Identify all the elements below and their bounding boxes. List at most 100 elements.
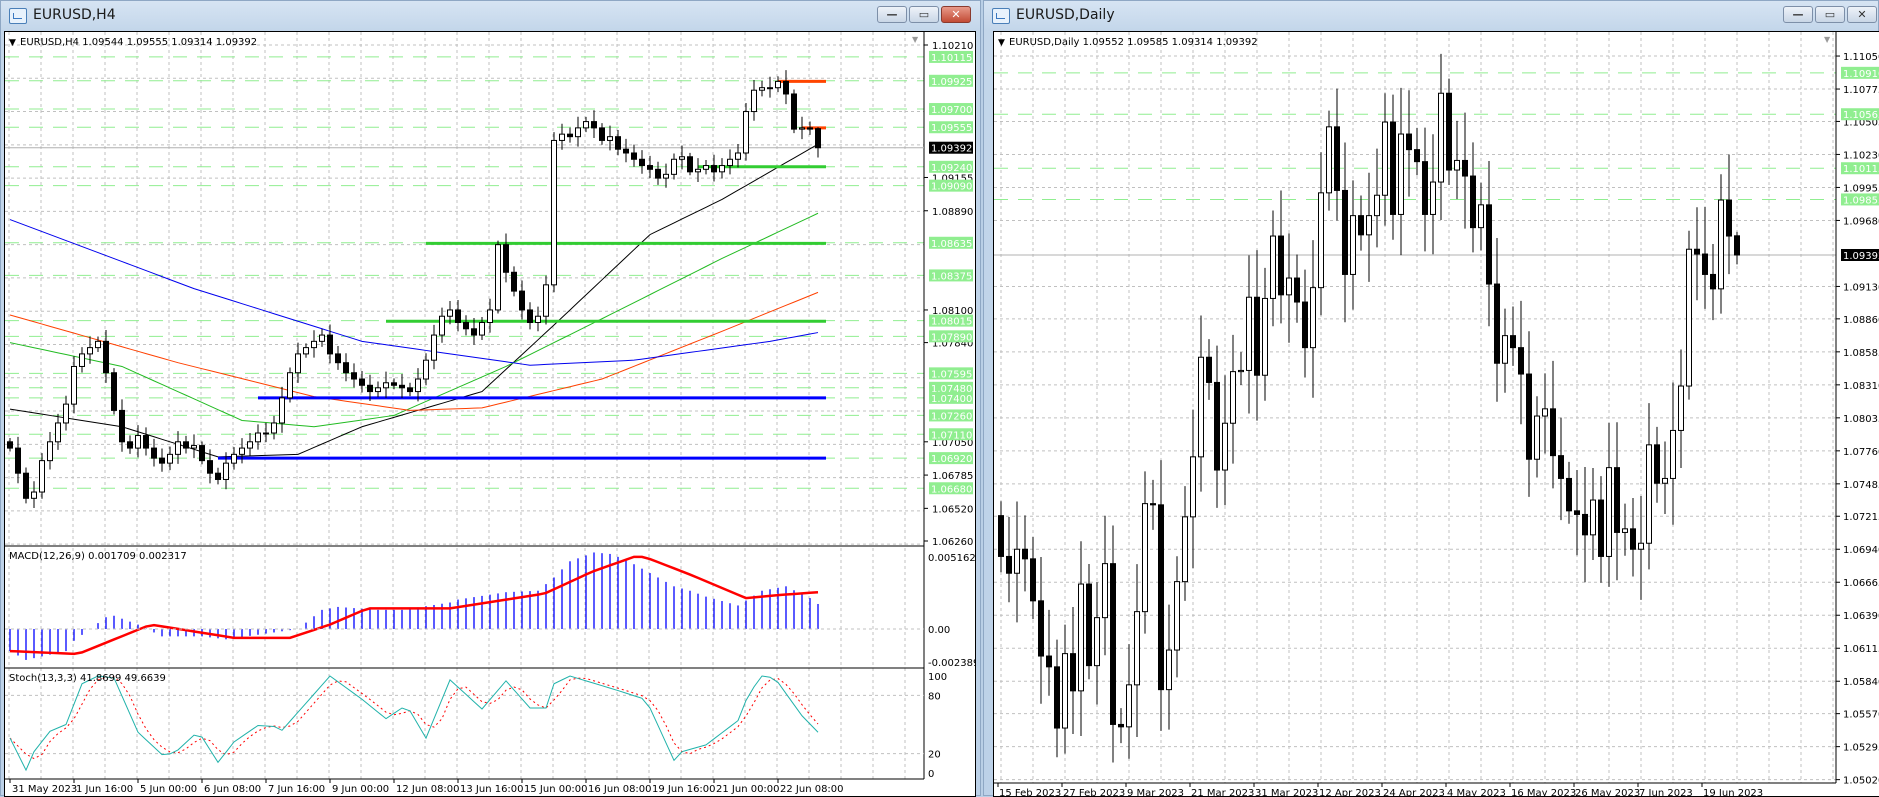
candle-bullish xyxy=(1375,195,1380,215)
chart-header: EURUSD,H4 1.09544 1.09555 1.09314 1.0939… xyxy=(20,37,257,48)
close-button[interactable]: ✕ xyxy=(1847,6,1877,23)
maximize-button[interactable]: ▭ xyxy=(1815,6,1845,23)
chart-menu-arrow-icon: ▼ xyxy=(998,38,1005,48)
price-axis-label: 1.06520 xyxy=(932,504,973,515)
candle-bearish xyxy=(1151,504,1156,505)
candle-bearish xyxy=(208,461,213,474)
candle-bullish xyxy=(1671,430,1676,478)
current-price-label: 1.09392 xyxy=(931,144,972,155)
maximize-button[interactable]: ▭ xyxy=(909,6,939,23)
price-axis-label: 1.06940 xyxy=(1843,545,1879,556)
price-axis-label: 1.05020 xyxy=(1843,776,1879,787)
candle-bullish xyxy=(192,446,197,449)
candle-bullish xyxy=(736,153,741,159)
price-axis-label: 1.08890 xyxy=(932,207,973,218)
candle-bearish xyxy=(1039,601,1044,656)
candle-bearish xyxy=(1335,127,1340,191)
candle-bullish xyxy=(552,140,557,284)
candle-bearish xyxy=(152,448,157,458)
candle-bearish xyxy=(592,122,597,128)
candle-bearish xyxy=(1615,468,1620,533)
level-price-label: 1.10115 xyxy=(931,53,972,64)
level-price-label: 1.09855 xyxy=(1843,195,1879,206)
candle-bullish xyxy=(1239,370,1244,371)
candle-bullish xyxy=(320,335,325,341)
level-price-label: 1.08375 xyxy=(931,271,972,282)
daily-window-titlebar[interactable]: EURUSD,Daily — ▭ ✕ xyxy=(984,1,1878,31)
chart-menu-arrow-icon: ▼ xyxy=(9,38,16,48)
candle-bearish xyxy=(408,388,413,392)
time-axis-label: 7 Jun 16:00 xyxy=(268,784,325,795)
candle-bullish xyxy=(384,383,389,388)
candle-bullish xyxy=(312,341,317,347)
minimize-button[interactable]: — xyxy=(1783,6,1813,23)
candle-bullish xyxy=(304,348,309,354)
candle-bullish xyxy=(776,81,781,87)
candle-bearish xyxy=(8,442,13,448)
macd-axis-label: 0.00 xyxy=(928,625,950,636)
candle-bullish xyxy=(720,166,725,172)
candle-bullish xyxy=(168,454,173,463)
candle-bullish xyxy=(1647,445,1652,543)
candle-bearish xyxy=(1423,162,1428,215)
candle-bullish xyxy=(1679,386,1684,430)
maximize-icon: ▭ xyxy=(1816,7,1844,22)
candle-bullish xyxy=(1167,650,1172,690)
candle-bullish xyxy=(760,88,765,91)
h4-chart-svg[interactable]: ▼ EURUSD,H4 1.09544 1.09555 1.09314 1.093… xyxy=(5,32,976,797)
candle-bearish xyxy=(1343,190,1348,274)
candle-bearish xyxy=(1695,249,1700,254)
candle-bearish xyxy=(1527,374,1532,459)
candle-bullish xyxy=(672,159,677,174)
candle-bullish xyxy=(136,436,141,449)
minimize-icon: — xyxy=(878,7,906,22)
candle-bearish xyxy=(640,159,645,165)
close-button[interactable]: ✕ xyxy=(941,6,971,23)
candle-bullish xyxy=(1503,336,1508,364)
candle-bullish xyxy=(288,373,293,398)
candle-bearish xyxy=(1071,654,1076,691)
candle-bearish xyxy=(1295,278,1300,302)
candle-bearish xyxy=(1255,297,1260,375)
level-price-label: 1.09700 xyxy=(931,105,972,116)
candle-bullish xyxy=(432,335,437,360)
h4-window-titlebar[interactable]: EURUSD,H4 — ▭ ✕ xyxy=(1,1,980,31)
macd-axis-label: -0.002389 xyxy=(928,658,976,669)
h4-chart-area[interactable]: ▼ EURUSD,H4 1.09544 1.09555 1.09314 1.093… xyxy=(4,31,976,797)
time-axis-label: 19 Jun 16:00 xyxy=(652,784,716,795)
candle-bearish xyxy=(656,169,661,178)
candle-bullish xyxy=(560,134,565,140)
candle-bullish xyxy=(1063,654,1068,728)
candle-bearish xyxy=(1159,505,1164,690)
level-price-label: 1.08015 xyxy=(931,317,972,328)
candle-bearish xyxy=(1111,564,1116,725)
candle-bearish xyxy=(528,310,533,323)
level-price-label: 1.08635 xyxy=(931,239,972,250)
minimize-icon: — xyxy=(1784,7,1812,22)
time-axis-label: 21 Jun 00:00 xyxy=(716,784,780,795)
candle-bullish xyxy=(680,157,685,160)
candle-bearish xyxy=(1495,284,1500,363)
candle-bullish xyxy=(1591,500,1596,535)
minimize-button[interactable]: — xyxy=(877,6,907,23)
candle-bullish xyxy=(1135,612,1140,685)
candle-bullish xyxy=(488,310,493,323)
candle-bearish xyxy=(999,516,1004,557)
candle-bearish xyxy=(1511,336,1516,348)
candle-bullish xyxy=(80,354,85,367)
candle-bullish xyxy=(1719,200,1724,289)
daily-chart-area[interactable]: ▼EURUSD,Daily 1.09552 1.09585 1.09314 1.… xyxy=(993,31,1879,797)
candle-bearish xyxy=(104,341,109,372)
daily-chart-svg[interactable]: ▼EURUSD,Daily 1.09552 1.09585 1.09314 1.… xyxy=(994,32,1879,797)
candle-bullish xyxy=(256,433,261,442)
candle-bullish xyxy=(1351,216,1356,275)
candle-bullish xyxy=(376,388,381,392)
candle-bullish xyxy=(1287,278,1292,295)
price-axis-label: 1.10775 xyxy=(1843,85,1879,96)
level-price-label: 1.07260 xyxy=(931,411,972,422)
candle-bullish xyxy=(1399,134,1404,214)
candle-bullish xyxy=(448,310,453,316)
candle-bullish xyxy=(232,454,237,463)
candle-bearish xyxy=(1551,409,1556,456)
price-axis-label: 1.08585 xyxy=(1843,348,1879,359)
